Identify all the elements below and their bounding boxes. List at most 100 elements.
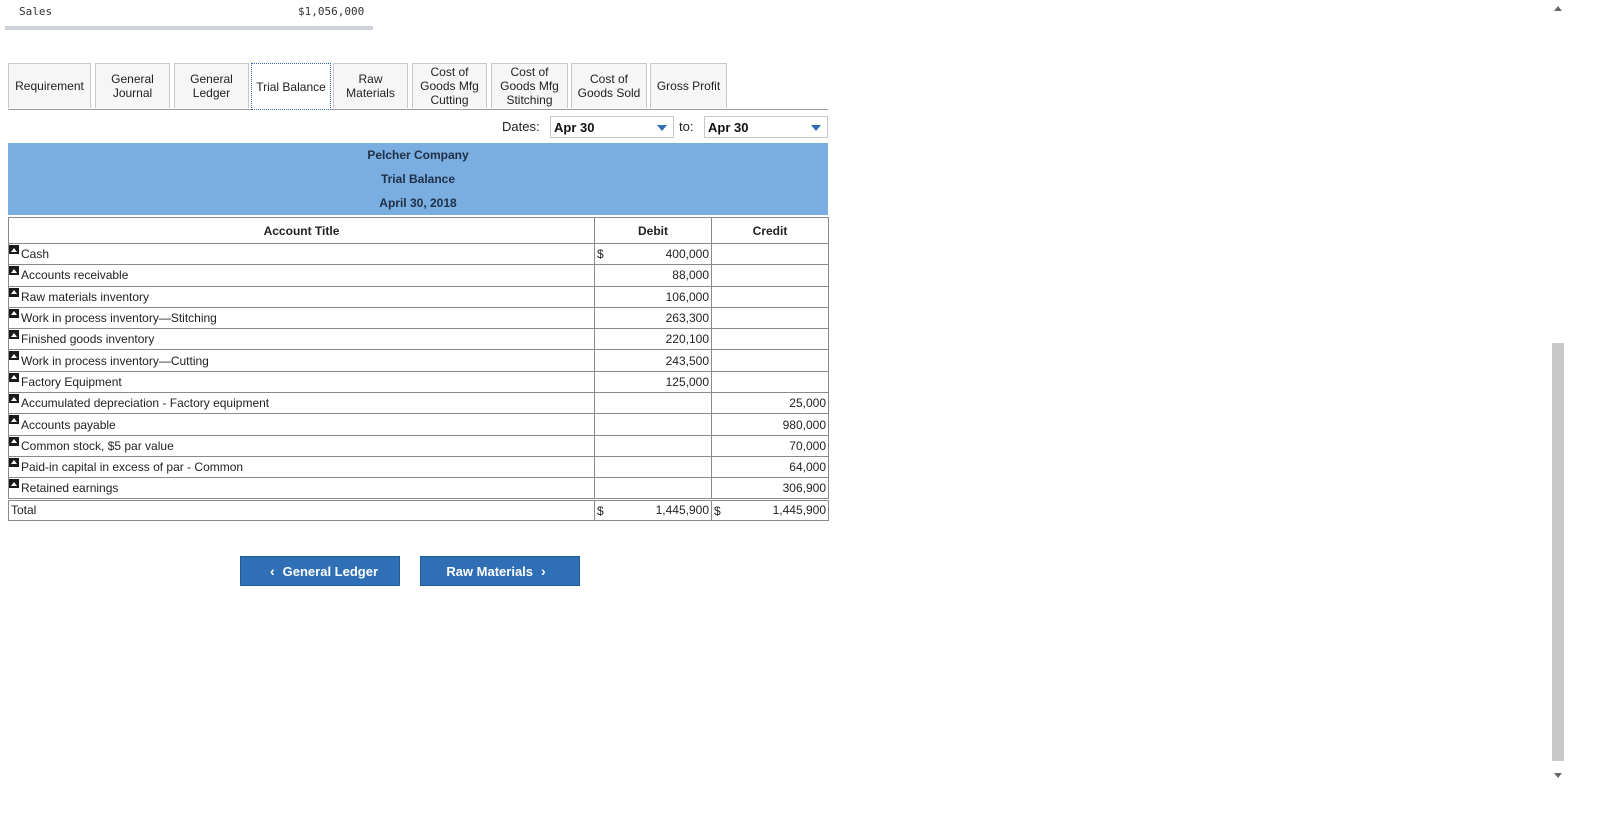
- trial-balance-table: Account Title Debit Credit Cash $400,000…: [8, 217, 829, 521]
- arrow-up-icon: [9, 287, 19, 297]
- sales-strip: Sales $1,056,000: [5, 0, 373, 30]
- table-row: Accumulated depreciation - Factory equip…: [8, 392, 829, 415]
- arrow-up-icon: [9, 415, 19, 425]
- tab-general-journal[interactable]: General Journal: [95, 63, 170, 108]
- account-cell[interactable]: Paid-in capital in excess of par - Commo…: [8, 455, 595, 479]
- account-cell[interactable]: Work in process inventory—Stitching: [8, 306, 595, 330]
- table-row: Cash $400,000: [8, 242, 829, 266]
- arrow-up-icon: [9, 245, 19, 254]
- currency-symbol: $: [714, 503, 721, 518]
- report-header: Pelcher Company Trial Balance April 30, …: [8, 143, 828, 215]
- credit-cell[interactable]: 306,900: [711, 477, 829, 500]
- date-to-select[interactable]: Apr 30: [704, 116, 828, 138]
- tab-general-ledger[interactable]: General Ledger: [174, 63, 249, 108]
- sales-label: Sales: [19, 5, 53, 18]
- debit-cell[interactable]: [594, 455, 712, 479]
- tab-cogm-stitching[interactable]: Cost of Goods Mfg Stitching: [491, 63, 568, 108]
- arrow-up-icon: [9, 479, 19, 489]
- arrow-up-icon: [9, 436, 19, 446]
- debit-cell[interactable]: 88,000: [594, 264, 712, 287]
- credit-cell[interactable]: [711, 370, 829, 394]
- company-name: Pelcher Company: [367, 148, 469, 162]
- debit-cell[interactable]: [594, 434, 712, 457]
- total-row: Total $1,445,900 $1,445,900: [8, 497, 829, 521]
- table-row: Raw materials inventory 106,000: [8, 285, 829, 308]
- credit-cell[interactable]: [711, 242, 829, 266]
- credit-cell[interactable]: 980,000: [711, 413, 829, 436]
- next-raw-materials-button[interactable]: Raw Materials ›: [420, 556, 580, 586]
- sales-value: $1,056,000: [298, 5, 365, 18]
- arrow-up-icon: [9, 308, 19, 318]
- date-to-value: Apr 30: [708, 120, 749, 135]
- tab-cost-goods-sold[interactable]: Cost of Goods Sold: [571, 63, 647, 108]
- account-cell[interactable]: Accounts receivable: [8, 264, 595, 287]
- credit-cell[interactable]: 70,000: [711, 434, 829, 457]
- arrow-up-icon: [9, 351, 19, 361]
- tab-trial-balance[interactable]: Trial Balance: [251, 63, 331, 110]
- prev-general-ledger-button[interactable]: ‹ General Ledger: [240, 556, 400, 586]
- col-credit: Credit: [711, 217, 829, 244]
- date-from-value: Apr 30: [554, 120, 595, 135]
- chevron-right-icon: ›: [541, 563, 546, 579]
- account-cell[interactable]: Factory Equipment: [8, 370, 595, 394]
- debit-cell[interactable]: [594, 413, 712, 436]
- credit-cell[interactable]: [711, 306, 829, 330]
- debit-cell[interactable]: 263,300: [594, 306, 712, 330]
- account-cell[interactable]: Accounts payable: [8, 413, 595, 436]
- report-date: April 30, 2018: [379, 196, 457, 210]
- table-row: Work in process inventory—Cutting 243,50…: [8, 349, 829, 372]
- arrow-up-icon: [9, 266, 19, 276]
- tab-bar: Requirement General Journal General Ledg…: [8, 63, 828, 110]
- table-row: Paid-in capital in excess of par - Commo…: [8, 455, 829, 479]
- scroll-up-icon[interactable]: [1554, 6, 1562, 11]
- account-cell[interactable]: Work in process inventory—Cutting: [8, 349, 595, 372]
- col-account-title: Account Title: [8, 217, 595, 244]
- table-row: Finished goods inventory 220,100: [8, 328, 829, 351]
- chevron-down-icon: [811, 125, 821, 131]
- chevron-left-icon: ‹: [269, 563, 275, 579]
- debit-cell[interactable]: 125,000: [594, 370, 712, 394]
- report-title: Trial Balance: [380, 172, 456, 186]
- account-cell[interactable]: Accumulated depreciation - Factory equip…: [8, 392, 595, 415]
- table-row: Common stock, $5 par value 70,000: [8, 434, 829, 457]
- tab-cogm-cutting[interactable]: Cost of Goods Mfg Cutting: [412, 63, 487, 108]
- table-row: Work in process inventory—Stitching 263,…: [8, 306, 829, 330]
- debit-cell[interactable]: 243,500: [594, 349, 712, 372]
- currency-symbol: $: [597, 503, 604, 518]
- dates-to-label: to:: [679, 119, 694, 134]
- date-from-select[interactable]: Apr 30: [550, 116, 674, 138]
- credit-cell[interactable]: 64,000: [711, 455, 829, 479]
- arrow-up-icon: [9, 372, 19, 382]
- debit-cell[interactable]: $400,000: [594, 242, 712, 266]
- tab-requirement[interactable]: Requirement: [8, 63, 91, 108]
- arrow-up-icon: [9, 394, 19, 404]
- table-row: Factory Equipment 125,000: [8, 370, 829, 394]
- debit-cell[interactable]: [594, 392, 712, 415]
- table-row: Accounts receivable 88,000: [8, 264, 829, 287]
- account-cell[interactable]: Raw materials inventory: [8, 285, 595, 308]
- total-debit-cell: $1,445,900: [594, 497, 712, 521]
- credit-cell[interactable]: [711, 285, 829, 308]
- scrollbar-thumb[interactable]: [1552, 343, 1564, 761]
- total-label: Total: [8, 497, 595, 521]
- debit-cell[interactable]: 220,100: [594, 328, 712, 351]
- account-cell[interactable]: Cash: [8, 242, 595, 266]
- credit-cell[interactable]: 25,000: [711, 392, 829, 415]
- tab-raw-materials[interactable]: Raw Materials: [333, 63, 408, 108]
- arrow-up-icon: [9, 457, 19, 467]
- account-cell[interactable]: Common stock, $5 par value: [8, 434, 595, 457]
- scroll-down-icon[interactable]: [1554, 773, 1562, 778]
- credit-cell[interactable]: [711, 328, 829, 351]
- col-debit: Debit: [594, 217, 712, 244]
- credit-cell[interactable]: [711, 264, 829, 287]
- total-credit-cell: $1,445,900: [711, 497, 829, 521]
- table-row: Accounts payable 980,000: [8, 413, 829, 436]
- credit-cell[interactable]: [711, 349, 829, 372]
- tab-gross-profit[interactable]: Gross Profit: [650, 63, 727, 108]
- account-cell[interactable]: Retained earnings: [8, 477, 595, 500]
- debit-cell[interactable]: 106,000: [594, 285, 712, 308]
- arrow-up-icon: [9, 330, 19, 340]
- table-row: Retained earnings 306,900: [8, 477, 829, 500]
- account-cell[interactable]: Finished goods inventory: [8, 328, 595, 351]
- debit-cell[interactable]: [594, 477, 712, 500]
